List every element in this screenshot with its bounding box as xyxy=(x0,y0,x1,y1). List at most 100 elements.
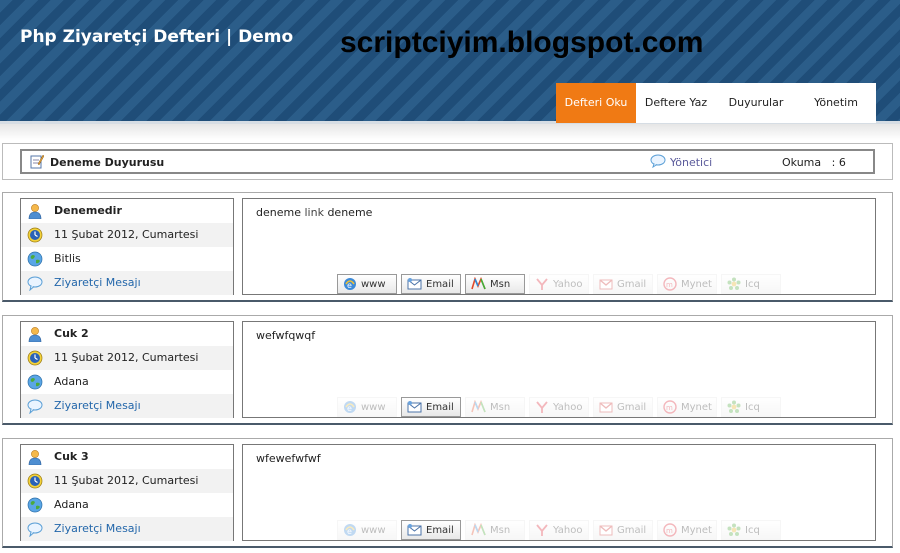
visitor-message-link[interactable]: Ziyaretçi Mesajı xyxy=(54,276,141,289)
entry-message-link-row[interactable]: Ziyaretçi Mesajı xyxy=(21,517,233,541)
icq-label: Icq xyxy=(745,524,760,536)
contact-buttons: e www Email Msn Yahoo Gmail m Mynet Icq xyxy=(337,520,781,540)
gmail-label: Gmail xyxy=(617,524,647,536)
clock-icon xyxy=(27,473,43,489)
announcement-author: Yönetici xyxy=(670,156,713,169)
email-button[interactable]: Email xyxy=(401,397,461,417)
clock-icon xyxy=(27,350,43,366)
mynet-button: m Mynet xyxy=(657,397,717,417)
entry-date: 11 Şubat 2012, Cumartesi xyxy=(54,474,199,487)
visitor-message-link[interactable]: Ziyaretçi Mesajı xyxy=(54,522,141,535)
watermark-text: scriptciyim.blogspot.com xyxy=(340,26,704,59)
yahoo-button: Yahoo xyxy=(529,520,589,540)
speech-bubble-icon xyxy=(27,521,43,538)
browser-icon: e xyxy=(344,401,356,413)
message-body: wfewefwfwf xyxy=(256,452,321,465)
gmail-button: Gmail xyxy=(593,397,653,417)
entry-message-link-row[interactable]: Ziyaretçi Mesajı xyxy=(21,394,233,418)
visitor-message-link[interactable]: Ziyaretçi Mesajı xyxy=(54,399,141,412)
contact-buttons: e www Email Msn Yahoo Gmail m Mynet Icq xyxy=(337,274,781,294)
nav-tab-deftere-yaz[interactable]: Deftere Yaz xyxy=(636,83,716,123)
entry-message-link-row[interactable]: Ziyaretçi Mesajı xyxy=(21,271,233,295)
user-icon xyxy=(27,203,43,220)
browser-icon: e xyxy=(344,524,356,536)
yahoo-icon xyxy=(536,524,548,536)
entry-author-name: Cuk 2 xyxy=(54,327,89,340)
gmail-icon xyxy=(599,525,613,536)
speech-bubble-icon xyxy=(27,275,43,292)
entry-city-row: Adana xyxy=(21,493,233,517)
announcement-panel: Deneme Duyurusu Yönetici Okuma : 6 xyxy=(2,143,893,180)
msn-icon xyxy=(471,400,486,413)
svg-text:m: m xyxy=(666,404,673,412)
globe-icon xyxy=(27,497,43,513)
browser-icon: e xyxy=(344,278,356,290)
entry-info-panel: Cuk 3 11 Şubat 2012, Cumartesi Adana Ziy… xyxy=(20,444,234,541)
entry-message-panel: wefwfqwqf e www Email Msn Yahoo Gmail m … xyxy=(242,321,876,418)
site-title: Php Ziyaretçi Defteri | Demo xyxy=(20,27,294,47)
yahoo-label: Yahoo xyxy=(553,401,583,413)
entry-message-text: wfewefwfwf xyxy=(256,452,321,465)
entry-message-text: deneme link deneme xyxy=(256,206,372,219)
yahoo-icon xyxy=(536,401,548,413)
site-header: Php Ziyaretçi Defteri | Demo scriptciyim… xyxy=(0,0,900,124)
guestbook-entry: Cuk 3 11 Şubat 2012, Cumartesi Adana Ziy… xyxy=(2,438,893,548)
entry-city: Adana xyxy=(54,498,89,511)
msn-label: Msn xyxy=(490,278,511,290)
views-label: Okuma xyxy=(782,156,822,169)
message-body: deneme xyxy=(256,206,301,219)
gmail-label: Gmail xyxy=(617,278,647,290)
entry-date: 11 Şubat 2012, Cumartesi xyxy=(54,228,199,241)
main-nav: Defteri Oku Deftere Yaz Duyurular Yöneti… xyxy=(556,83,876,123)
message-inline-link[interactable]: link xyxy=(304,206,323,219)
mynet-label: Mynet xyxy=(681,524,712,536)
msn-button: Msn xyxy=(465,520,525,540)
svg-text:e: e xyxy=(347,281,352,290)
www-label: www xyxy=(361,524,386,536)
entry-city-row: Bitlis xyxy=(21,247,233,271)
icq-icon xyxy=(727,400,741,413)
entry-info-panel: Cuk 2 11 Şubat 2012, Cumartesi Adana Ziy… xyxy=(20,321,234,418)
header-shadow xyxy=(0,124,900,140)
entry-message-panel: deneme link deneme e www Email Msn Yahoo… xyxy=(242,198,876,295)
email-icon xyxy=(407,401,422,413)
msn-button: Msn xyxy=(465,397,525,417)
email-button[interactable]: Email xyxy=(401,520,461,540)
mynet-button: m Mynet xyxy=(657,274,717,294)
entry-date: 11 Şubat 2012, Cumartesi xyxy=(54,351,199,364)
contact-buttons: e www Email Msn Yahoo Gmail m Mynet Icq xyxy=(337,397,781,417)
email-button[interactable]: Email xyxy=(401,274,461,294)
www-label: www xyxy=(361,401,386,413)
views-count: 6 xyxy=(838,156,846,169)
yahoo-label: Yahoo xyxy=(553,278,583,290)
announcement-box[interactable]: Deneme Duyurusu Yönetici Okuma : 6 xyxy=(20,149,875,174)
entry-date-row: 11 Şubat 2012, Cumartesi xyxy=(21,223,233,247)
announcement-views: Okuma : 6 xyxy=(782,156,846,169)
entry-date-row: 11 Şubat 2012, Cumartesi xyxy=(21,346,233,370)
gmail-icon xyxy=(599,279,613,290)
gmail-button: Gmail xyxy=(593,520,653,540)
nav-tab-duyurular[interactable]: Duyurular xyxy=(716,83,796,123)
msn-label: Msn xyxy=(490,524,511,536)
announcement-title[interactable]: Deneme Duyurusu xyxy=(50,156,164,169)
svg-text:e: e xyxy=(347,404,352,413)
email-label: Email xyxy=(426,524,454,536)
nav-tab-yonetim[interactable]: Yönetim xyxy=(796,83,876,123)
user-icon xyxy=(27,326,43,343)
msn-button[interactable]: Msn xyxy=(465,274,525,294)
www-button[interactable]: e www xyxy=(337,274,397,294)
icq-button: Icq xyxy=(721,520,781,540)
entry-message-text: wefwfqwqf xyxy=(256,329,315,342)
nav-tab-defteri-oku[interactable]: Defteri Oku xyxy=(556,83,636,123)
yahoo-icon xyxy=(536,278,548,290)
www-button: e www xyxy=(337,397,397,417)
email-label: Email xyxy=(426,278,454,290)
user-icon xyxy=(27,449,43,466)
mynet-button: m Mynet xyxy=(657,520,717,540)
msn-label: Msn xyxy=(490,401,511,413)
gmail-icon xyxy=(599,402,613,413)
yahoo-button: Yahoo xyxy=(529,397,589,417)
icq-button: Icq xyxy=(721,397,781,417)
yahoo-button: Yahoo xyxy=(529,274,589,294)
message-body: wefwfqwqf xyxy=(256,329,316,342)
